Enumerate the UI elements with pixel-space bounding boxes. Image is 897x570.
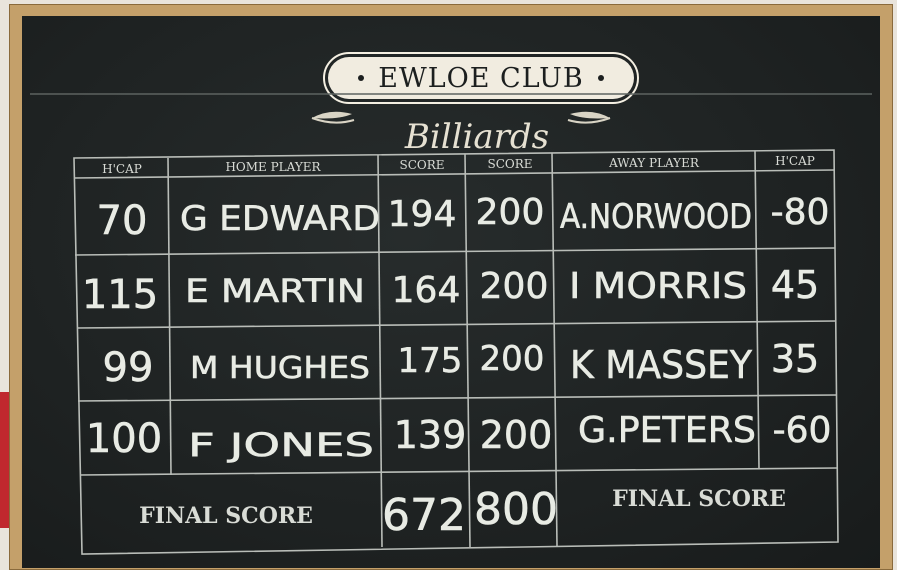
header-row-line (73, 169, 835, 179)
flourish-left-tail-icon (311, 117, 355, 124)
final-score-label-home: FINAL SCORE (139, 503, 313, 529)
final-score-away: 800 (474, 484, 558, 535)
away-player: I MORRIS (569, 266, 747, 307)
away-score-header: SCORE (487, 157, 532, 171)
home-score: 139 (394, 413, 467, 457)
home-player: M HUGHES (190, 351, 370, 386)
home-hcap: 115 (82, 272, 158, 318)
away-hcap: -60 (773, 410, 832, 451)
col-1-line (167, 157, 172, 476)
row-3-line (77, 394, 838, 402)
away-player: G.PETERS (578, 410, 756, 451)
away-player: A.NORWOOD (560, 197, 752, 237)
score-grid: H'CAP HOME PLAYER SCORE SCORE AWAY PLAYE… (30, 93, 872, 555)
home-player-header: HOME PLAYER (225, 160, 321, 174)
away-hcap: -80 (771, 192, 830, 233)
away-score: 200 (480, 413, 553, 457)
home-player: G EDWARD (180, 199, 380, 239)
home-player: F JONES (188, 426, 374, 464)
home-hcap: 70 (97, 198, 148, 244)
home-hcap-header: H'CAP (102, 162, 142, 176)
table-row: 100 F JONES 139 200 G.PETERS -60 (86, 410, 832, 465)
home-score: 164 (392, 270, 461, 311)
table-row: 115 E MARTIN 164 200 I MORRIS 45 (82, 263, 820, 319)
table-row: 99 M HUGHES 175 200 K MASSEY 35 (102, 337, 819, 392)
table-row: 70 G EDWARD 194 200 A.NORWOOD -80 (96, 192, 830, 245)
home-score-header: SCORE (399, 158, 444, 172)
away-player: K MASSEY (570, 343, 753, 387)
away-score: 200 (480, 266, 549, 307)
row-2-line (76, 320, 837, 329)
flourish-left-icon (312, 111, 352, 119)
flourish-right-icon (570, 111, 610, 119)
away-score: 200 (476, 192, 545, 233)
away-hcap: 45 (771, 263, 819, 307)
home-hcap: 100 (86, 416, 162, 462)
away-score: 200 (480, 339, 545, 379)
home-score: 194 (388, 194, 457, 235)
away-hcap: 35 (771, 337, 819, 381)
chalkboard: EWLOE CLUB Billiards H'CAP HOME PLAYER S… (22, 16, 880, 568)
col-3-center-line (464, 153, 471, 548)
row-1-line (74, 247, 836, 256)
home-hcap: 99 (103, 345, 154, 391)
away-player-header: AWAY PLAYER (608, 156, 700, 170)
row-4-line (79, 467, 838, 476)
final-score-home: 672 (382, 490, 466, 541)
away-hcap-header: H'CAP (775, 154, 815, 168)
flourish-right-tail-icon (567, 117, 611, 124)
home-player: E MARTIN (185, 272, 365, 310)
final-score-label-away: FINAL SCORE (612, 486, 786, 512)
home-score: 175 (398, 341, 463, 381)
